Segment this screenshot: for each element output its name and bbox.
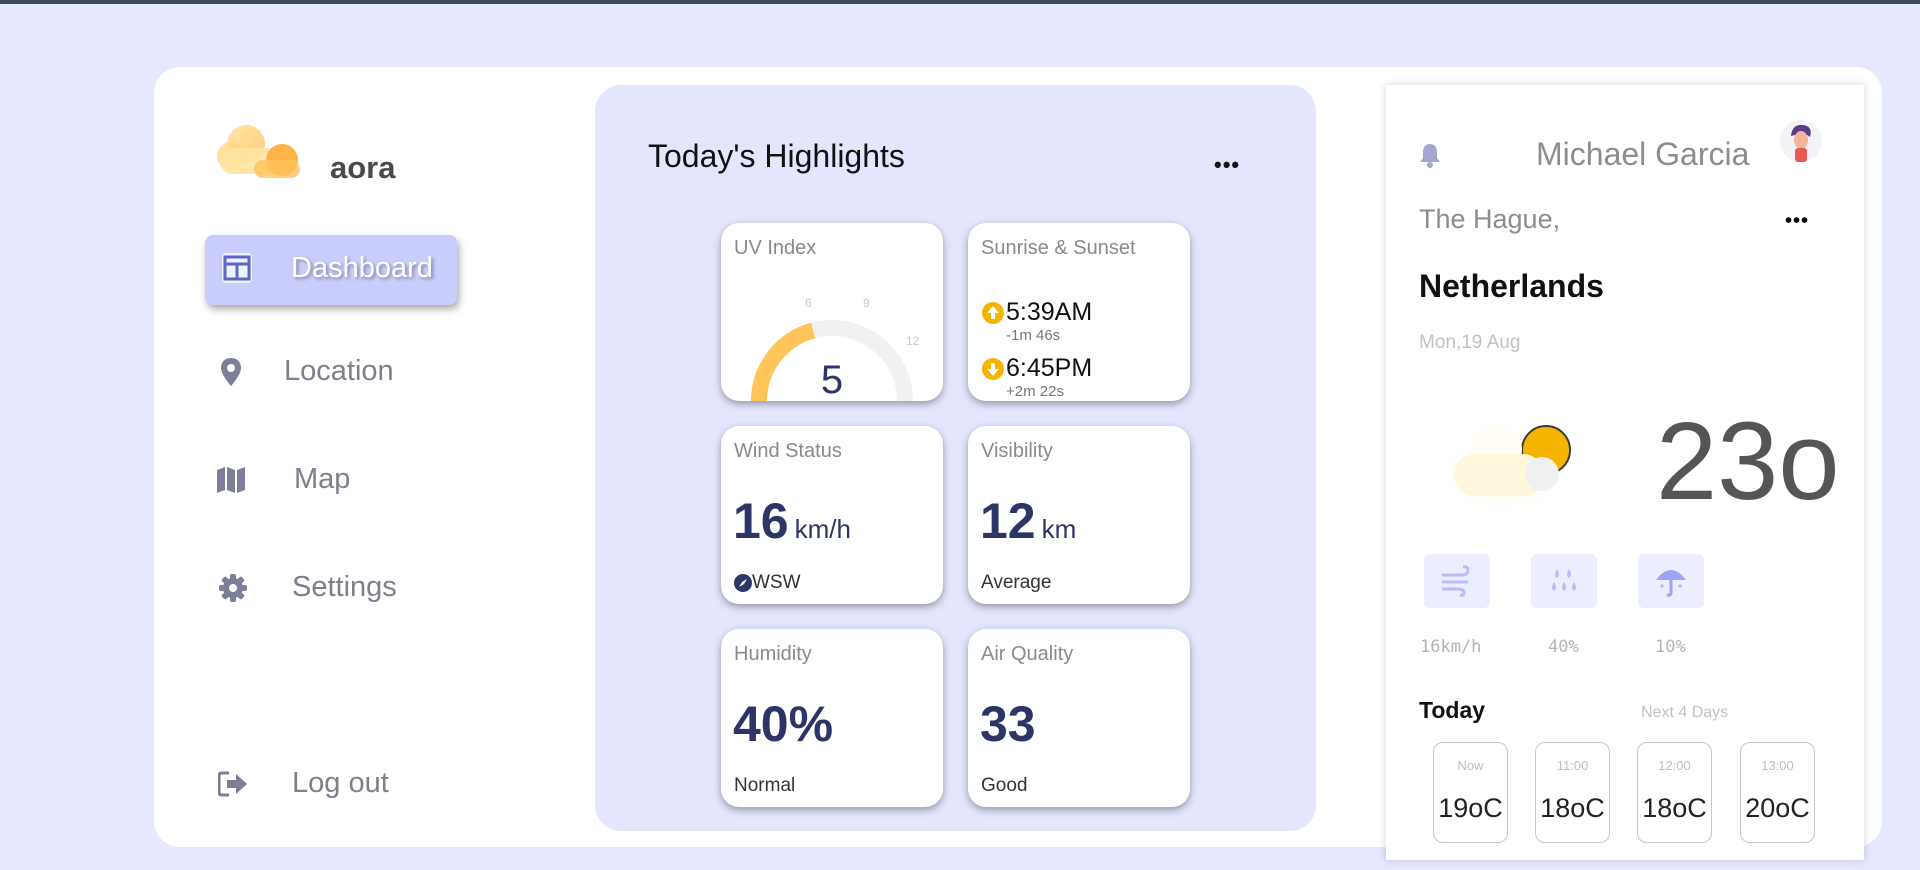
raindrops-icon [1552,569,1576,591]
hour-label: 11:00 [1556,758,1589,773]
country-label: Netherlands [1419,268,1604,304]
wind-direction-label: WSW [752,572,801,593]
user-name: Michael Garcia [1536,136,1750,172]
gauge-tick-label: 9 [863,296,870,310]
hour-temperature: 19oC [1438,793,1503,823]
sidebar-item-dashboard[interactable]: Dashboard [205,235,457,305]
partly-cloudy-icon [1432,422,1572,510]
hour-temperature: 18oC [1540,793,1605,823]
sunset-arrow-icon [982,358,1004,380]
air-quality-value: 33 [980,696,1036,752]
humidity-stat-icon-box [1531,554,1597,608]
uv-gauge: 6 9 12 5 [751,296,920,401]
wind-speed-value: 16 km/h [733,493,851,549]
humidity-card: Humidity 40% Normal [721,629,943,807]
dashboard-icon [222,253,252,283]
rain-stat-icon-box [1638,554,1704,608]
hour-label: 13:00 [1761,758,1794,773]
sidebar-item-label: Dashboard [291,252,433,284]
sidebar-item-location[interactable]: Location [216,355,394,388]
visibility-card: Visibility 12 km Average [968,426,1190,604]
sidebar-item-settings[interactable]: Settings [218,571,397,604]
card-title: Wind Status [734,440,842,462]
hour-temperature: 20oC [1745,793,1810,823]
sunrise-delta: -1m 46s [1006,327,1061,344]
visibility-status: Average [981,572,1052,593]
card-title: Air Quality [981,643,1074,665]
sunrise-arrow-icon [982,302,1004,324]
visibility-unit: km [1041,514,1077,544]
more-options-button[interactable]: ••• [1214,152,1240,178]
location-pin-icon [221,357,241,386]
humidity-value: 40% [733,696,834,752]
logout-icon [218,771,247,796]
sunset-time: 6:45PM [1006,354,1093,382]
card-title: Sunrise & Sunset [981,237,1136,259]
location-more-button[interactable]: ••• [1785,210,1809,233]
card-title: Humidity [734,643,812,665]
city-label: The Hague, [1419,204,1561,234]
air-quality-card: Air Quality 33 Good [968,629,1190,807]
humidity-stat-value: 40% [1548,637,1579,657]
gauge-tick-label: 6 [805,296,812,310]
hour-temperature: 18oC [1642,793,1707,823]
hour-label: 12:00 [1658,758,1691,773]
hourly-forecast-card: 13:00 20oC [1740,742,1815,843]
wind-unit: km/h [794,514,851,544]
visibility-value: 12 km [980,493,1077,549]
hourly-forecast-card: 12:00 18oC [1637,742,1712,843]
sidebar-item-map[interactable]: Map [216,463,350,496]
date-label: Mon,19 Aug [1419,332,1521,353]
wind-status-card: Wind Status 16 km/h WSW [721,426,943,604]
tab-today[interactable]: Today [1419,697,1485,724]
umbrella-icon [1656,570,1686,597]
bell-icon[interactable] [1418,142,1442,168]
map-icon [217,466,245,493]
hourly-forecast-card: 11:00 18oC [1535,742,1610,843]
sunrise-sunset-card: Sunrise & Sunset 5:39AM -1m 46s 6:45PM +… [968,223,1190,401]
cloud-logo-icon [217,125,300,178]
sunrise-time: 5:39AM [1006,298,1093,326]
sidebar-item-label: Map [294,463,351,495]
sunset-delta: +2m 22s [1006,383,1064,400]
uv-value: 5 [821,358,843,401]
highlights-panel [595,85,1316,831]
tab-next-4-days[interactable]: Next 4 Days [1641,704,1728,722]
logout-button[interactable]: Log out [218,767,389,800]
page-title: Today's Highlights [648,138,905,174]
air-quality-status: Good [981,775,1028,796]
window-top-bar [0,0,1920,4]
card-title: Visibility [981,440,1053,462]
hour-label: Now [1457,758,1484,773]
brand-name: aora [330,150,396,185]
sidebar-item-label: Location [284,355,394,387]
wind-stat-icon-box [1424,554,1490,608]
wind-icon [1442,565,1470,597]
compass-icon [734,574,752,592]
avatar[interactable] [1779,118,1823,164]
rain-stat-value: 10% [1655,637,1686,657]
humidity-status: Normal [734,775,796,796]
current-temperature: 23o [1656,400,1840,523]
sidebar-item-label: Settings [292,571,397,603]
gauge-tick-label: 12 [906,334,920,348]
uv-index-card: UV Index 6 9 12 5 [721,223,943,401]
gear-icon [219,573,247,602]
logout-label: Log out [292,767,389,799]
wind-stat-value: 16km/h [1420,637,1482,657]
hourly-forecast-card: Now 19oC [1433,742,1508,843]
wind-direction: WSW [734,572,801,594]
